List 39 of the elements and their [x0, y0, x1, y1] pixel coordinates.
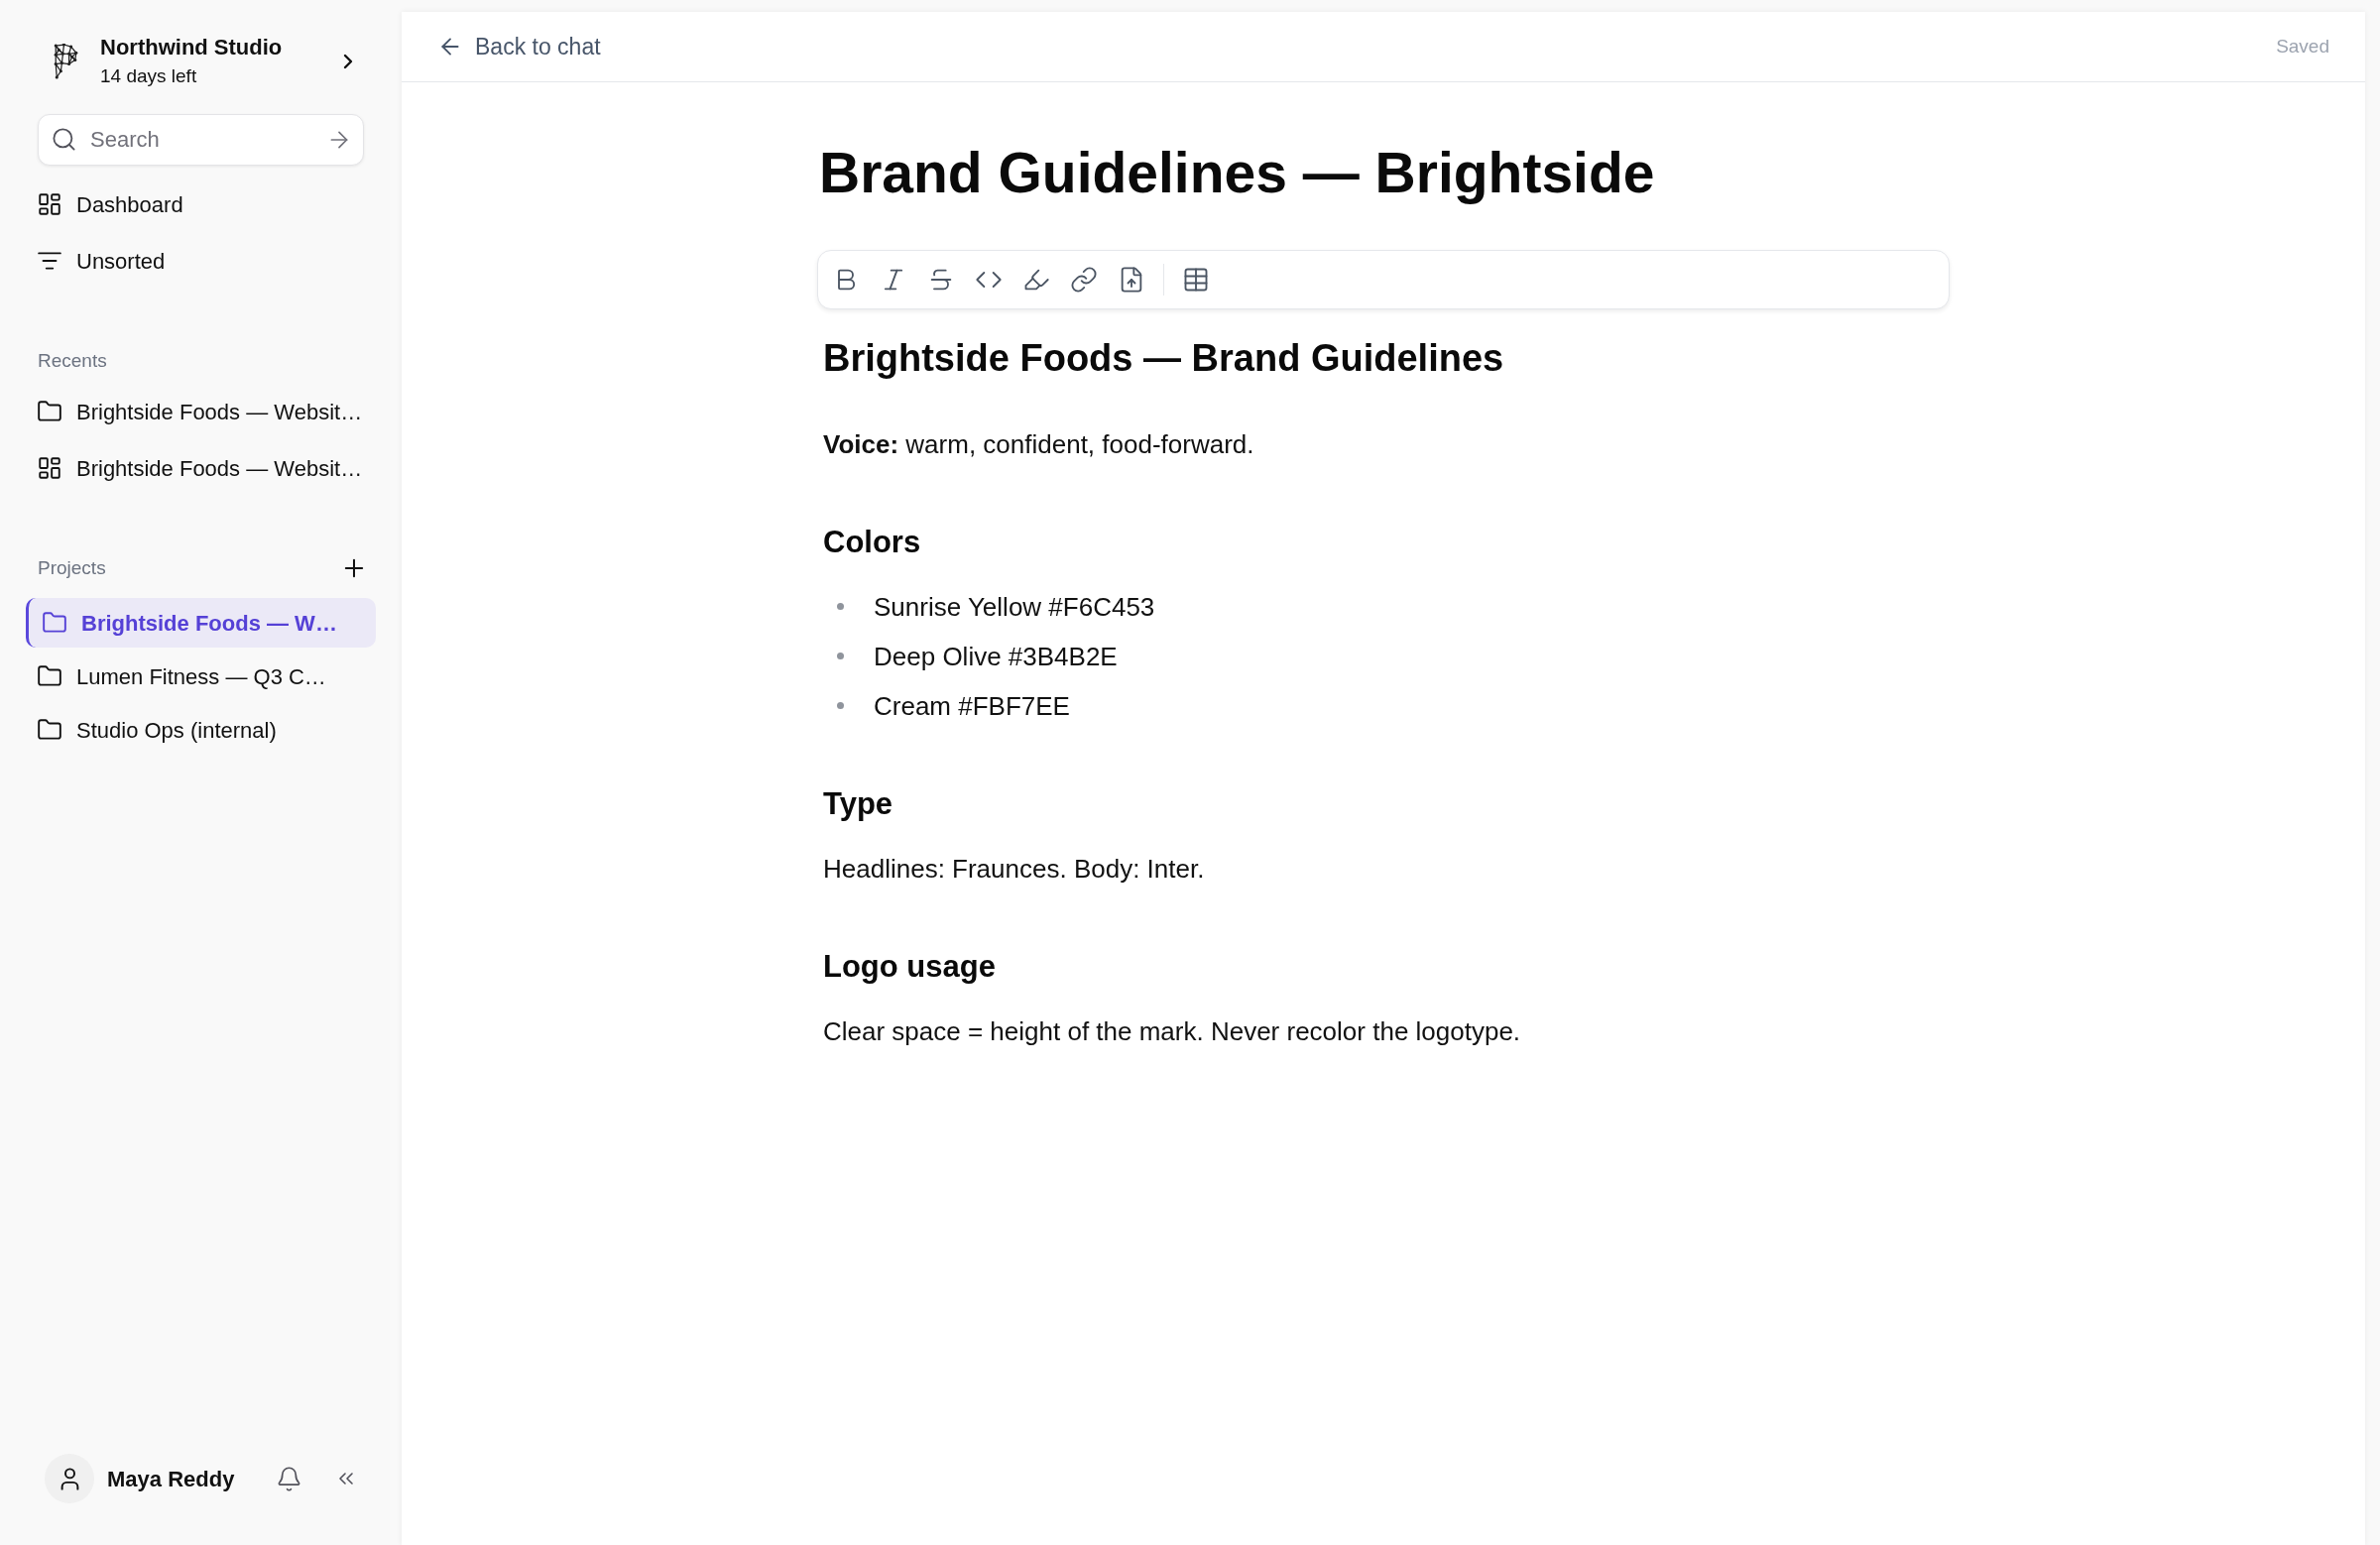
folder-icon [37, 399, 62, 424]
sidebar-item[interactable]: Dashboard [26, 179, 376, 229]
sidebar-item[interactable]: Lumen Fitness — Q3 C… [26, 652, 376, 701]
back-to-chat-link[interactable]: Back to chat [437, 29, 601, 64]
list-item: Cream #FBF7EE [874, 690, 1070, 723]
user-name: Maya Reddy [107, 1465, 235, 1493]
document-heading: Brightside Foods — Brand Guidelines [823, 336, 1504, 382]
section-heading: Type [823, 785, 893, 823]
section-label: Recents [38, 348, 107, 373]
workspace-name: Northwind Studio [100, 34, 283, 61]
section-label: Projects [38, 555, 106, 580]
bullet-icon [837, 702, 844, 710]
section-heading: Logo usage [823, 948, 996, 986]
bullet-icon [837, 603, 844, 611]
user-icon[interactable] [45, 1454, 94, 1503]
folder-icon [37, 717, 62, 743]
document-title: Brand Guidelines — Brightside [819, 140, 1655, 206]
search-icon [51, 126, 77, 153]
logo-icon [52, 43, 79, 79]
grid-icon [37, 455, 62, 481]
folder-icon [42, 610, 67, 636]
sidebar-item[interactable]: Unsorted [26, 236, 376, 286]
section-heading: Colors [823, 524, 921, 561]
sidebar-item[interactable]: Studio Ops (internal) [26, 705, 376, 755]
paragraph: Headlines: Fraunces. Body: Inter. [823, 854, 1205, 884]
list-item: Sunrise Yellow #F6C453 [874, 591, 1155, 624]
bullet-icon [837, 653, 844, 660]
grid-icon [37, 191, 62, 217]
link-icon [1070, 266, 1098, 295]
save-status: Saved [2276, 34, 2329, 59]
sidebar-item[interactable]: Brightside Foods — Websit… [26, 387, 376, 436]
trial-status: 14 days left [100, 64, 198, 88]
paragraph: Voice: warm, confident, food-forward. [823, 429, 1254, 459]
paragraph: Clear space = height of the mark. Never recolor the logotype. [823, 1016, 1521, 1046]
sidebar-item[interactable]: Brightside Foods — Websit… [26, 443, 376, 493]
sidebar-item[interactable]: Brightside Foods — W… [26, 598, 376, 648]
list-item: Deep Olive #3B4B2E [874, 641, 1118, 673]
folder-icon [37, 663, 62, 689]
search-field[interactable]: Search [38, 114, 364, 166]
